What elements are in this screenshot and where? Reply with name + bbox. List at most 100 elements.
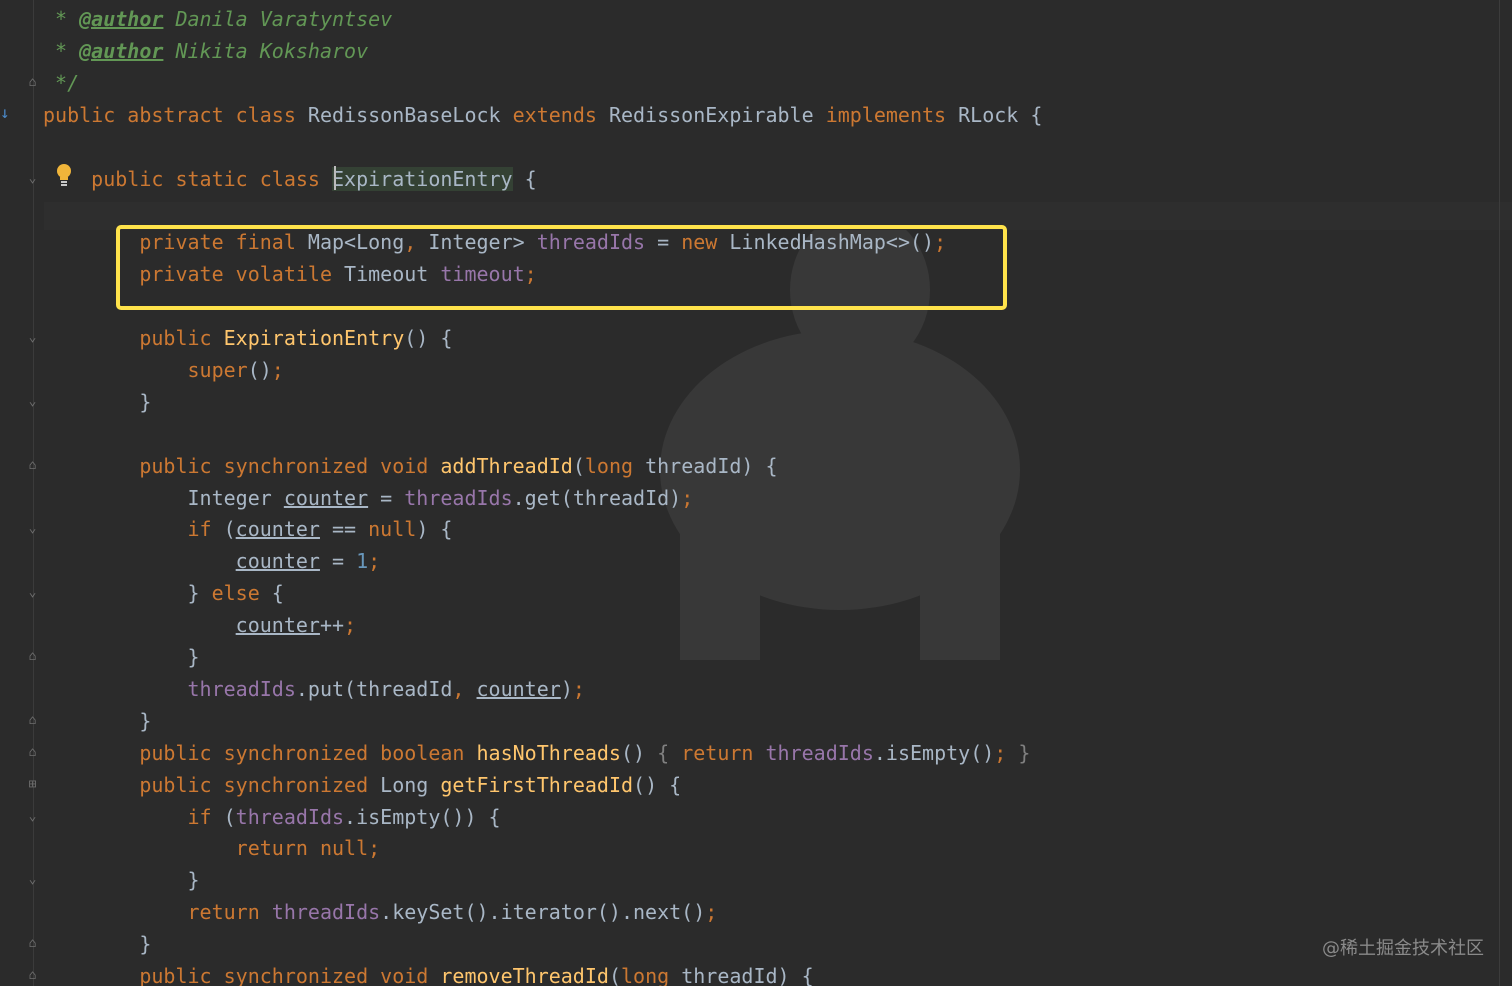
code-token: RLock { [958,102,1043,127]
fold-toggle-icon[interactable]: ⌄ [27,395,38,408]
code-line[interactable]: public synchronized boolean hasNoThreads… [43,737,1030,769]
code-token: ( [223,804,236,829]
code-token: () { [633,772,682,797]
fold-toggle-icon[interactable]: ⌂ [27,76,38,89]
code-line[interactable]: public abstract class RedissonBaseLock e… [43,99,1042,131]
code-line[interactable]: counter = 1; [43,545,381,577]
code-editor[interactable]: ↓ ⌂ ⌄ ⌄ ⌄ ⌂ ⌄ ⌄ ⌂ ⌂ ⌂ ⊞ ⌄ ⌄ ⌂ ⌂ * @author Danila Varat… [0,0,1512,986]
code-token: .isEmpty() [873,740,995,765]
code-line[interactable]: return null; [43,832,381,864]
code-line[interactable]: */ [43,67,79,99]
lightbulb-icon[interactable] [55,163,73,187]
code-line[interactable]: } [43,864,199,896]
code-token: } [43,708,152,733]
code-token: () { [404,326,453,350]
code-line[interactable]: public synchronized void addThreadId(lon… [43,450,777,482]
code-token: counter [235,549,320,574]
fold-toggle-icon[interactable]: ⌄ [27,810,38,823]
code-token: threadIds [765,740,874,765]
code-token: @author [79,7,164,31]
code-line[interactable]: public static class ExpirationEntry { [43,163,537,195]
code-token: removeThreadId [440,964,609,986]
fold-toggle-icon[interactable]: ⊞ [27,778,38,791]
fold-toggle-icon[interactable]: ⌄ [27,873,38,886]
text-caret [334,166,336,190]
code-token: == [319,517,369,542]
code-token: Long [380,772,441,797]
code-token: } [43,645,200,669]
code-token: RedissonExpirable [608,102,826,127]
code-token: Integer [43,485,284,510]
code-line[interactable]: } [43,705,151,737]
code-line[interactable]: } [43,386,151,418]
code-line[interactable]: * @author Danila Varatyntsev [43,3,392,35]
code-token: , [452,676,477,701]
code-token: counter [235,517,320,542]
code-token: { [271,581,284,606]
code-token: implements [825,102,959,127]
code-token: return [681,740,766,765]
code-token: ; [572,676,585,701]
fold-toggle-icon[interactable]: ⌄ [27,586,38,599]
code-line[interactable]: public ExpirationEntry() { [43,322,452,354]
watermark-text: @稀土掘金技术社区 [1322,938,1484,959]
code-line[interactable]: super(); [43,354,284,386]
fold-toggle-icon[interactable]: ⌂ [27,714,38,727]
highlight-box-annotation [116,225,1007,310]
fold-toggle-icon[interactable]: ⌄ [27,522,38,535]
code-token: if [43,517,224,542]
code-token: * [43,38,80,63]
code-line[interactable]: return threadIds.keySet().iterator().nex… [43,896,717,928]
code-token: = [368,485,405,510]
code-token: counter [476,676,561,701]
editor-gutter[interactable]: ↓ ⌂ ⌄ ⌄ ⌄ ⌂ ⌄ ⌄ ⌂ ⌂ ⌂ ⊞ ⌄ ⌄ ⌂ ⌂ [0,0,44,986]
code-token: } [1018,740,1031,765]
code-token: threadId) { [681,964,814,986]
code-token: return null [43,836,369,861]
code-token: ( [572,453,585,478]
code-token: .put(threadId [295,676,453,701]
code-line[interactable]: } [43,928,151,960]
code-token: public abstract class [43,102,308,127]
code-token: () [247,357,272,382]
code-line[interactable]: Integer counter = threadIds.get(threadId… [43,482,693,514]
code-token: Nikita Koksharov [163,38,369,63]
code-token: counter [283,485,369,510]
fold-toggle-icon[interactable]: ⌂ [27,969,38,982]
fold-toggle-icon[interactable]: ⌄ [27,331,38,344]
code-line[interactable]: } else { [43,577,284,609]
code-token: ; [368,836,381,861]
code-line[interactable]: if (counter == null) { [43,513,452,545]
code-token: .keySet().iterator().next() [380,900,706,925]
code-line[interactable]: } [43,641,200,673]
code-token: public static class [43,166,332,191]
fold-toggle-icon[interactable]: ⌂ [27,650,38,663]
code-token: addThreadId [440,453,573,478]
code-line[interactable]: public synchronized Long getFirstThreadI… [43,769,681,801]
code-token: ; [344,613,357,638]
code-token: getFirstThreadId [440,772,634,797]
code-token: threadIds [187,676,296,701]
code-line[interactable]: threadIds.put(threadId, counter); [43,673,585,705]
code-token: long [620,964,682,986]
code-token: ( [223,517,236,542]
code-token: () [620,740,658,765]
code-line[interactable]: counter++; [43,609,356,641]
fold-toggle-icon[interactable]: ⌂ [27,937,38,950]
code-line[interactable]: if (threadIds.isEmpty()) { [43,801,501,833]
code-line[interactable]: public synchronized void removeThreadId(… [43,960,814,986]
code-token: .isEmpty()) { [344,804,501,829]
code-token: public synchronized [43,772,381,797]
code-token: ExpirationEntry [223,326,405,350]
fold-toggle-icon[interactable]: ⌂ [27,459,38,472]
code-token: extends [512,102,609,127]
fold-toggle-icon[interactable]: ⌂ [27,746,38,759]
code-token: ; [271,357,284,382]
code-token: = [319,549,357,574]
fold-toggle-icon[interactable]: ⌄ [27,172,38,185]
override-arrow-icon[interactable]: ↓ [0,104,10,122]
code-token: } [43,581,212,606]
code-line[interactable]: * @author Nikita Koksharov [43,35,368,67]
